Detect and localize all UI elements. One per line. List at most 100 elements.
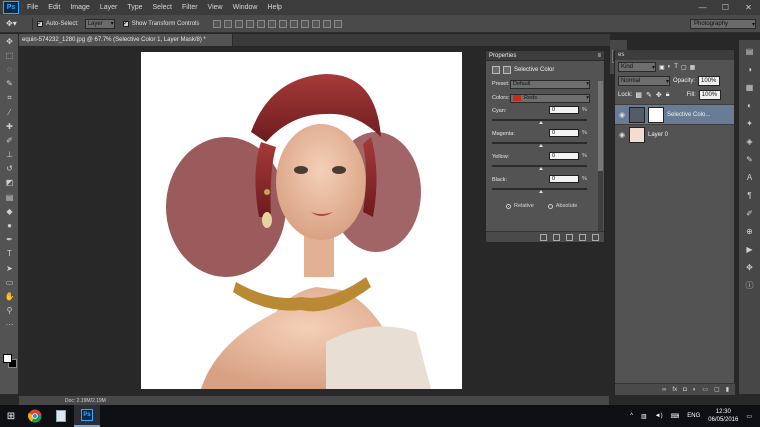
- zoom-tool-icon[interactable]: ⚲: [0, 304, 19, 318]
- distribute-middle-icon[interactable]: [290, 19, 299, 28]
- slider-knob[interactable]: [539, 144, 543, 147]
- layer-row-layer-0[interactable]: ◉ Layer 0: [615, 124, 734, 144]
- tool-presets-icon[interactable]: ✥: [743, 261, 756, 274]
- history-brush-tool-icon[interactable]: ↺: [0, 162, 19, 176]
- gradient-tool-icon[interactable]: ▤: [0, 190, 19, 204]
- document-tab[interactable]: equin-574232_1280.jpg @ 67.7% (Selective…: [19, 34, 233, 46]
- scrollbar-thumb[interactable]: [598, 81, 603, 171]
- visibility-icon[interactable]: [579, 233, 586, 241]
- chevron-up-icon[interactable]: ^: [630, 413, 633, 419]
- slider-knob[interactable]: [539, 121, 543, 124]
- link-layers-icon[interactable]: ∞: [662, 387, 666, 393]
- layer-mask-thumbnail[interactable]: [648, 106, 664, 123]
- styles-icon[interactable]: ✦: [743, 117, 756, 130]
- dodge-tool-icon[interactable]: ●: [0, 218, 19, 232]
- align-left-icon[interactable]: [246, 19, 255, 28]
- layer-row-selective-color[interactable]: ◉ Selective Colo...: [615, 104, 734, 124]
- move-tool-preset-icon[interactable]: ✥▾: [6, 17, 28, 31]
- blur-tool-icon[interactable]: ◆: [0, 204, 19, 218]
- more-tools-icon[interactable]: ···: [0, 318, 19, 332]
- align-right-icon[interactable]: [268, 19, 277, 28]
- blend-mode-dropdown[interactable]: Normal ▾: [618, 76, 670, 86]
- clone-source-icon[interactable]: ⊕: [743, 225, 756, 238]
- cyan-slider[interactable]: Cyan: 0 %: [486, 104, 604, 127]
- swatches-icon[interactable]: ▦: [743, 81, 756, 94]
- lock-pixels-icon[interactable]: ✎: [646, 91, 652, 99]
- new-adjustment-icon[interactable]: ◐: [693, 387, 697, 393]
- filter-type-icon[interactable]: T: [674, 64, 678, 70]
- channels-icon[interactable]: ◈: [743, 135, 756, 148]
- align-top-icon[interactable]: [213, 19, 222, 28]
- distribute-right-icon[interactable]: [334, 19, 343, 28]
- path-select-tool-icon[interactable]: ➤: [0, 261, 19, 275]
- brush-tool-icon[interactable]: ✐: [0, 133, 19, 147]
- reset-icon[interactable]: [566, 233, 573, 241]
- language-indicator[interactable]: ENG: [687, 413, 700, 419]
- paragraph-icon[interactable]: ¶: [743, 189, 756, 202]
- view-previous-icon[interactable]: [553, 233, 560, 241]
- menu-view[interactable]: View: [203, 4, 228, 11]
- eye-icon[interactable]: ◉: [615, 111, 629, 119]
- quick-select-tool-icon[interactable]: ✎: [0, 77, 19, 91]
- workspace-switcher[interactable]: Photography ▾: [690, 19, 756, 29]
- auto-select-dropdown[interactable]: Layer ▾: [84, 18, 115, 29]
- filter-pixel-icon[interactable]: ▣: [659, 64, 665, 71]
- type-tool-icon[interactable]: T: [0, 247, 19, 261]
- magenta-value-field[interactable]: 0: [549, 129, 579, 137]
- network-icon[interactable]: ▥: [641, 413, 647, 420]
- mask-icon[interactable]: [503, 65, 511, 74]
- new-group-icon[interactable]: ▭: [702, 386, 708, 393]
- clip-to-layer-icon[interactable]: [540, 233, 547, 241]
- layer-filter-dropdown[interactable]: Kind ▾: [618, 62, 656, 72]
- slider-knob[interactable]: [539, 167, 543, 170]
- actions-icon[interactable]: ▶: [743, 243, 756, 256]
- slider-knob[interactable]: [539, 190, 543, 193]
- black-slider[interactable]: Black: 0 %: [486, 173, 604, 196]
- yellow-slider[interactable]: Yellow: 0 %: [486, 150, 604, 173]
- photoshop-taskbar-icon[interactable]: Ps: [74, 405, 100, 427]
- pen-tool-icon[interactable]: ✒: [0, 233, 19, 247]
- menu-file[interactable]: File: [22, 4, 43, 11]
- fx-icon[interactable]: fx: [672, 387, 677, 393]
- properties-header[interactable]: Properties ≡: [486, 51, 604, 61]
- hand-tool-icon[interactable]: ✋: [0, 289, 19, 303]
- history-icon[interactable]: ▤: [743, 45, 756, 58]
- distribute-left-icon[interactable]: [312, 19, 321, 28]
- menu-select[interactable]: Select: [148, 4, 177, 11]
- absolute-radio[interactable]: [547, 203, 553, 209]
- lock-transparent-icon[interactable]: ▩: [635, 91, 642, 99]
- maximize-button[interactable]: ☐: [714, 0, 737, 15]
- yellow-value-field[interactable]: 0: [549, 152, 579, 160]
- close-button[interactable]: ✕: [737, 0, 760, 15]
- colors-dropdown[interactable]: Reds ▾: [510, 93, 590, 103]
- paths-icon[interactable]: ✎: [743, 153, 756, 166]
- menu-layer[interactable]: Layer: [95, 4, 123, 11]
- volume-icon[interactable]: ◄): [655, 413, 663, 419]
- brush-presets-icon[interactable]: ✐: [743, 207, 756, 220]
- clock[interactable]: 12:30 06/05/2016: [708, 408, 738, 424]
- color-icon[interactable]: ◑: [743, 63, 756, 76]
- file-explorer-taskbar-icon[interactable]: [48, 405, 74, 427]
- preset-dropdown[interactable]: Default ▾: [510, 79, 590, 89]
- distribute-top-icon[interactable]: [279, 19, 288, 28]
- keyboard-icon[interactable]: ⌨: [671, 413, 680, 420]
- align-center-icon[interactable]: [257, 19, 266, 28]
- filter-shape-icon[interactable]: ▢: [681, 64, 687, 71]
- character-icon[interactable]: A: [743, 171, 756, 184]
- align-middle-icon[interactable]: [224, 19, 233, 28]
- minimize-button[interactable]: —: [691, 0, 714, 15]
- filter-adjustment-icon[interactable]: ◐: [668, 64, 672, 70]
- distribute-center-icon[interactable]: [323, 19, 332, 28]
- clone-stamp-tool-icon[interactable]: ⊥: [0, 148, 19, 162]
- trash-icon[interactable]: ▮: [726, 386, 729, 393]
- lasso-tool-icon[interactable]: ◌: [0, 62, 19, 76]
- info-icon[interactable]: ⓘ: [743, 279, 756, 292]
- align-bottom-icon[interactable]: [235, 19, 244, 28]
- show-transform-checkbox[interactable]: Show Transform Controls: [122, 19, 199, 27]
- lock-position-icon[interactable]: ✥: [656, 91, 662, 99]
- auto-select-checkbox[interactable]: Auto-Select:: [37, 19, 79, 27]
- opacity-field[interactable]: 100%: [698, 76, 721, 86]
- crop-tool-icon[interactable]: ⌗: [0, 91, 19, 105]
- menu-help[interactable]: Help: [263, 4, 287, 11]
- healing-brush-tool-icon[interactable]: ✚: [0, 119, 19, 133]
